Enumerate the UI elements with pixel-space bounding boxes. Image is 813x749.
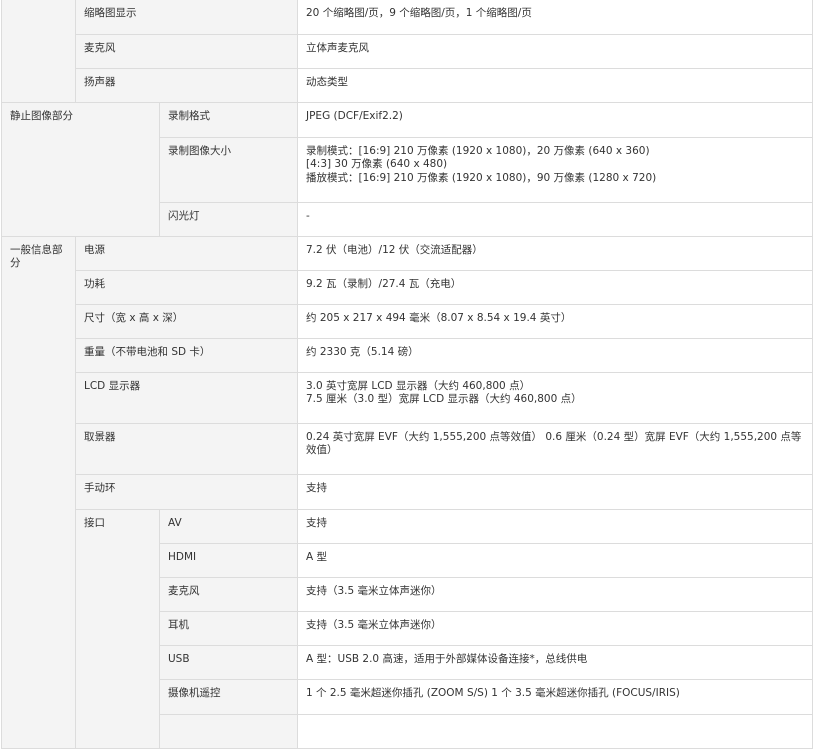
row-value: 支持（3.5 毫米立体声迷你） — [297, 577, 813, 612]
row-label: 麦克风 — [75, 34, 298, 69]
empty-cell — [159, 714, 298, 749]
table-row: 缩略图显示 20 个缩略图/页，9 个缩略图/页，1 个缩略图/页 — [1, 0, 813, 103]
spec-table: 缩略图显示 20 个缩略图/页，9 个缩略图/页，1 个缩略图/页 麦克风 立体… — [1, 0, 813, 749]
row-value: 9.2 瓦（录制）/27.4 瓦（充电） — [297, 270, 813, 305]
row-value: 7.2 伏（电池）/12 伏（交流适配器） — [297, 236, 813, 271]
row-value: 支持 — [297, 509, 813, 544]
value-line: 录制模式：[16:9] 210 万像素 (1920 x 1080)，20 万像素… — [306, 145, 650, 157]
row-value: A 型：USB 2.0 高速，适用于外部媒体设备连接*，总线供电 — [297, 645, 813, 680]
row-value: JPEG (DCF/Exif2.2) — [297, 102, 813, 138]
row-value: 立体声麦克风 — [297, 34, 813, 69]
row-value: 1 个 2.5 毫米超迷你插孔 (ZOOM S/S) 1 个 3.5 毫米超迷你… — [297, 679, 813, 715]
row-label: LCD 显示器 — [75, 372, 298, 424]
table-row: 麦克风 立体声麦克风 — [2, 34, 813, 69]
section-label: 一般信息部分 — [1, 236, 76, 749]
value-line: 3.0 英寸宽屏 LCD 显示器（大约 460,800 点） — [306, 380, 531, 392]
table-row: 静止图像部分 录制格式 JPEG (DCF/Exif2.2) — [1, 102, 813, 237]
row-label: 闪光灯 — [159, 202, 298, 237]
row-value: 录制模式：[16:9] 210 万像素 (1920 x 1080)，20 万像素… — [297, 137, 813, 203]
table-row: 接口 AV 支持 — [2, 509, 813, 749]
section-label: 静止图像部分 — [1, 102, 160, 237]
table-row: LCD 显示器 3.0 英寸宽屏 LCD 显示器（大约 460,800 点） 7… — [2, 372, 813, 424]
table-row: 手动环 支持 — [2, 474, 813, 510]
row-label: 功耗 — [75, 270, 298, 305]
value-line: [4:3] 30 万像素 (640 x 480) — [306, 158, 448, 171]
row-label: 耳机 — [159, 611, 298, 646]
row-value: 支持 — [297, 474, 813, 510]
row-value: A 型 — [297, 543, 813, 578]
value-line: 播放模式：[16:9] 210 万像素 (1920 x 1080)，90 万像素… — [306, 171, 657, 184]
row-value: 20 个缩略图/页，9 个缩略图/页，1 个缩略图/页 — [297, 0, 813, 35]
empty-cell — [297, 714, 813, 749]
row-label: 摄像机遥控 — [159, 679, 298, 715]
row-label: AV — [159, 509, 298, 544]
table-row: 取景器 0.24 英寸宽屏 EVF（大约 1,555,200 点等效值） 0.6… — [2, 423, 813, 475]
table-row: 功耗 9.2 瓦（录制）/27.4 瓦（充电） — [2, 270, 813, 305]
row-label: 扬声器 — [75, 68, 298, 103]
table-row: 扬声器 动态类型 — [2, 68, 813, 103]
row-value: 支持（3.5 毫米立体声迷你） — [297, 611, 813, 646]
row-label: 录制图像大小 — [159, 137, 298, 203]
row-label: USB — [159, 645, 298, 680]
row-label: 电源 — [75, 236, 298, 271]
row-value: 0.24 英寸宽屏 EVF（大约 1,555,200 点等效值） 0.6 厘米（… — [297, 423, 813, 475]
value-line: 7.5 厘米（3.0 型）宽屏 LCD 显示器（大约 460,800 点） — [306, 393, 582, 406]
row-label: HDMI — [159, 543, 298, 578]
row-value: - — [297, 202, 813, 237]
row-label: 重量（不带电池和 SD 卡） — [75, 338, 298, 373]
row-value: 动态类型 — [297, 68, 813, 103]
empty-section-cell — [1, 0, 76, 103]
row-label: 录制格式 — [159, 102, 298, 138]
row-value: 3.0 英寸宽屏 LCD 显示器（大约 460,800 点） 7.5 厘米（3.… — [297, 372, 813, 424]
table-row: 重量（不带电池和 SD 卡） 约 2330 克（5.14 磅） — [2, 338, 813, 373]
row-value: 约 205 x 217 x 494 毫米（8.07 x 8.54 x 19.4 … — [297, 304, 813, 339]
row-label: 接口 — [75, 509, 160, 749]
row-label: 取景器 — [75, 423, 298, 475]
table-row: 一般信息部分 电源 7.2 伏（电池）/12 伏（交流适配器） — [1, 236, 813, 749]
table-row: 尺寸（宽 x 高 x 深） 约 205 x 217 x 494 毫米（8.07 … — [2, 304, 813, 339]
row-value: 约 2330 克（5.14 磅） — [297, 338, 813, 373]
row-label: 尺寸（宽 x 高 x 深） — [75, 304, 298, 339]
row-label: 麦克风 — [159, 577, 298, 612]
row-label: 缩略图显示 — [75, 0, 298, 35]
row-label: 手动环 — [75, 474, 298, 510]
